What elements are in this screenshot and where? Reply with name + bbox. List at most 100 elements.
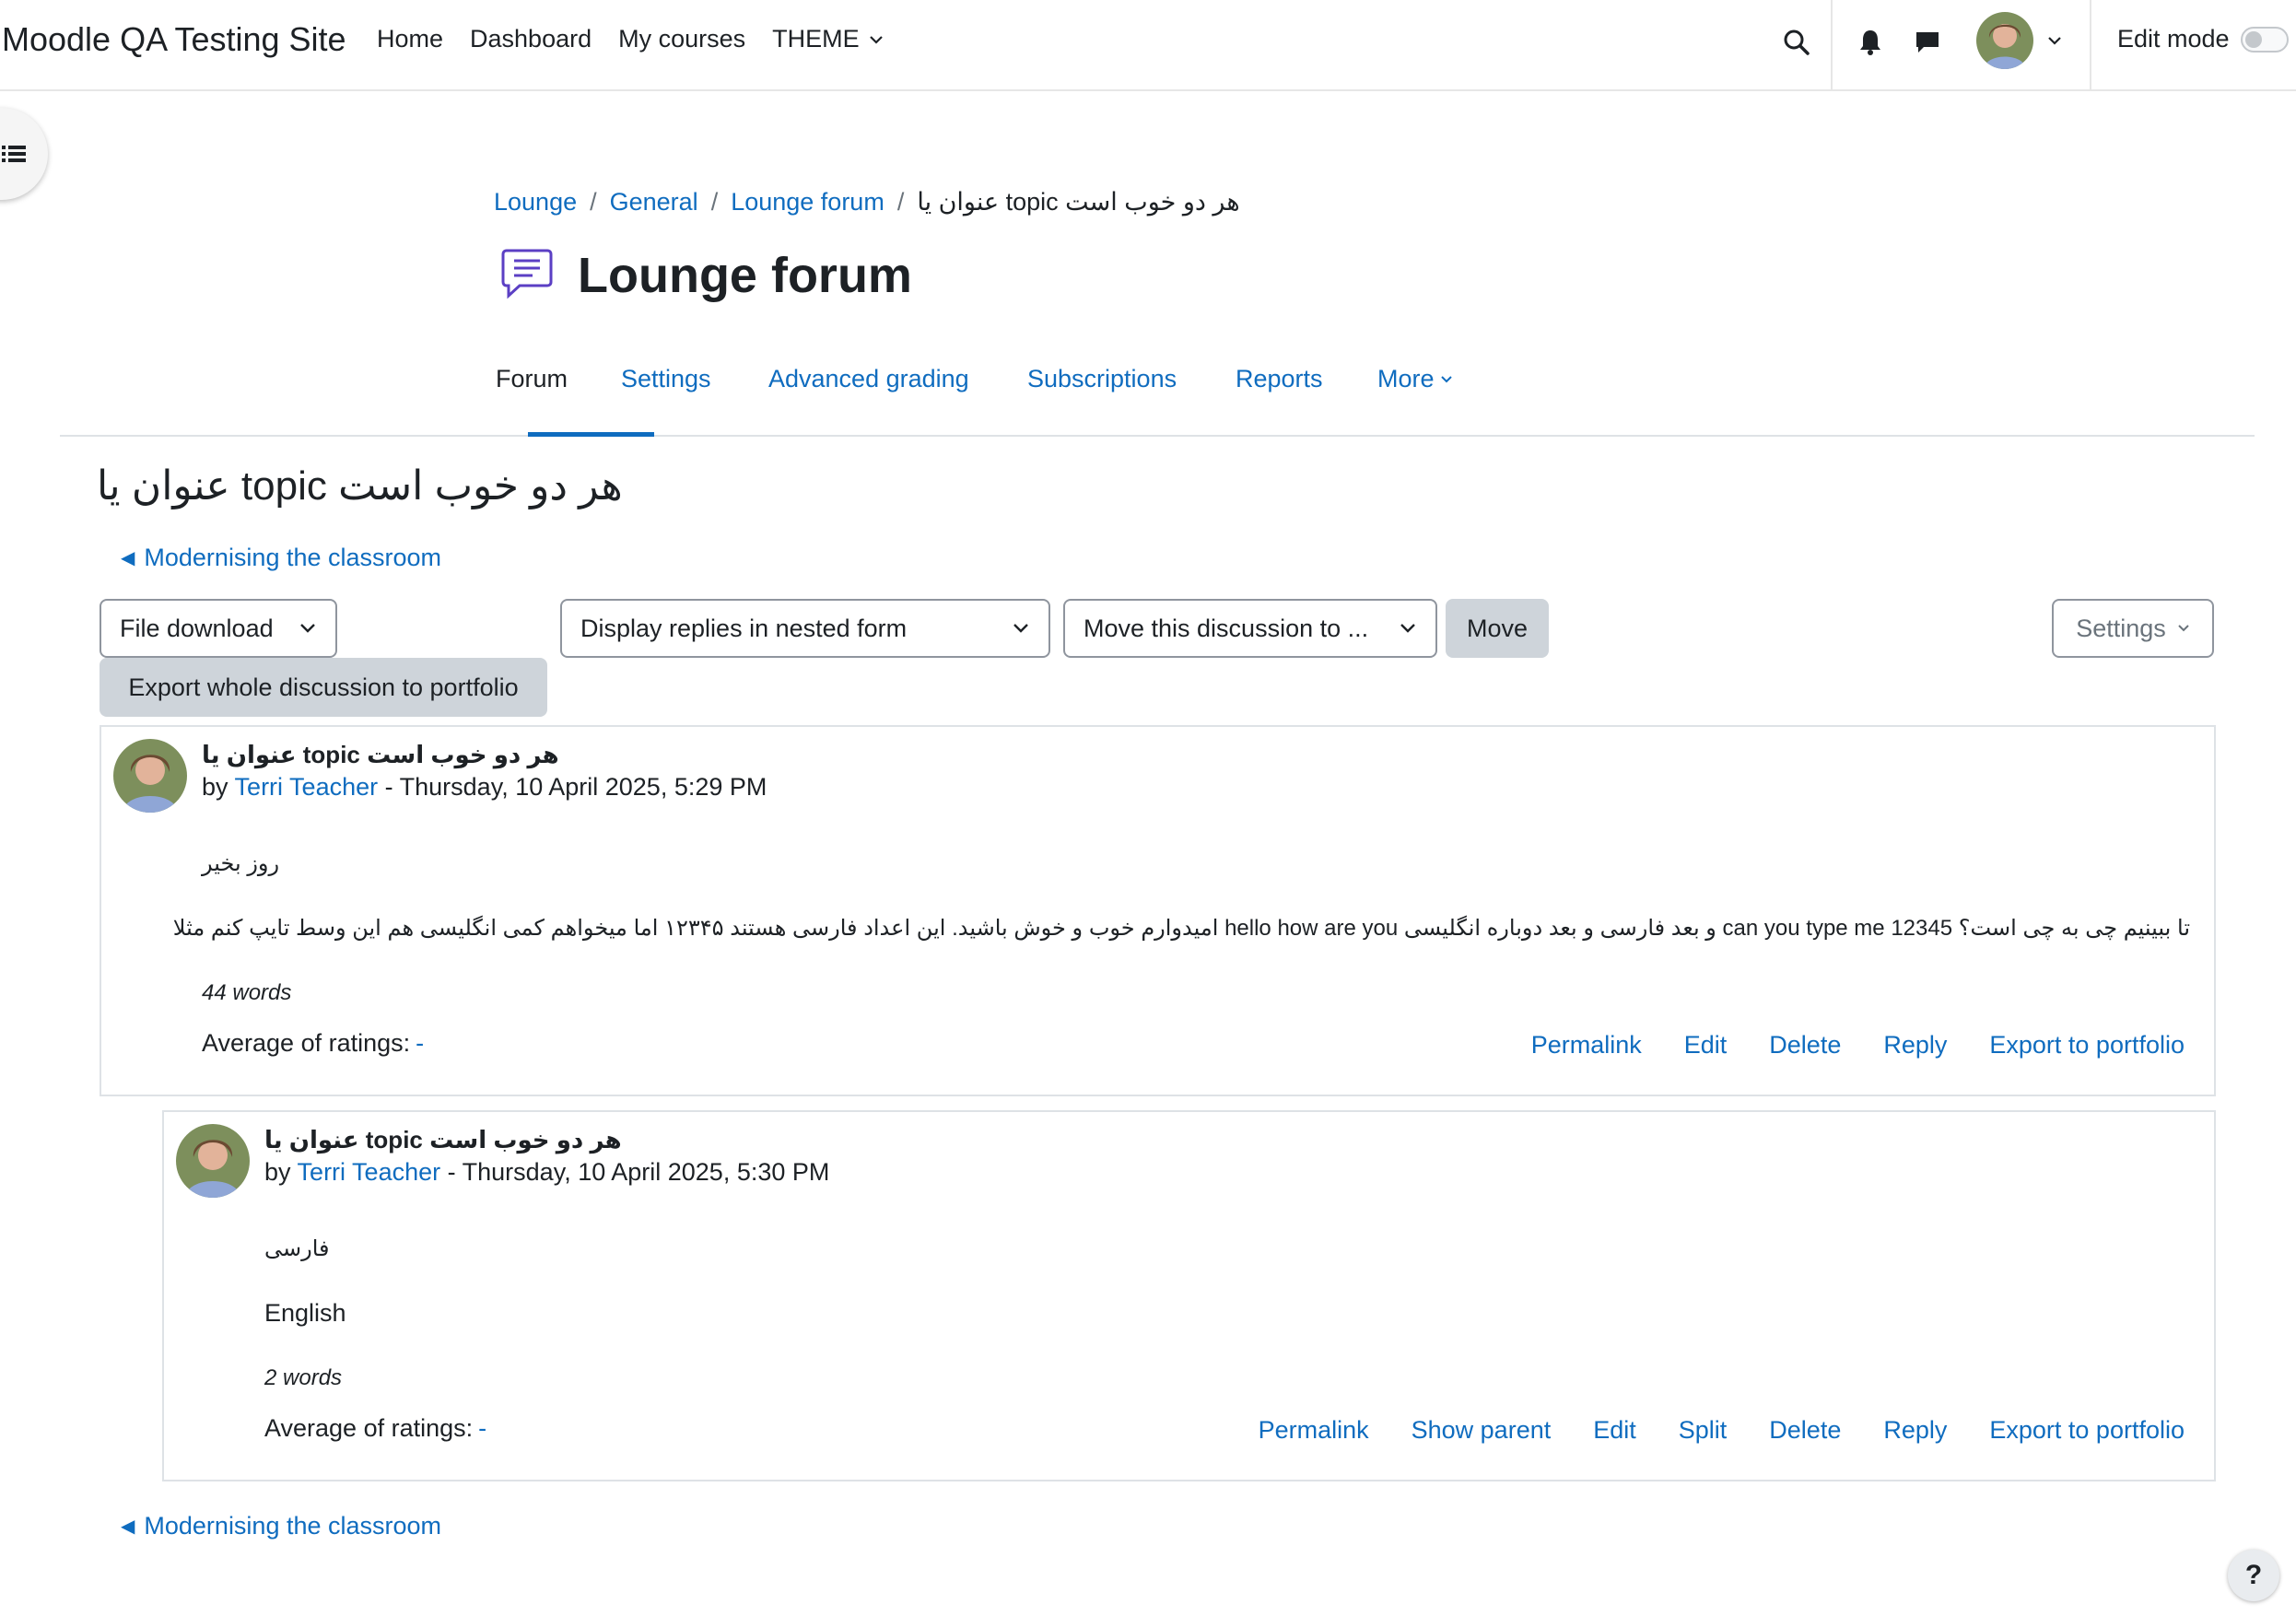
notifications-button[interactable] bbox=[1852, 24, 1889, 61]
post-author-link[interactable]: Terri Teacher bbox=[235, 773, 379, 801]
help-icon: ? bbox=[2244, 1560, 2263, 1590]
file-download-select[interactable]: File download bbox=[100, 599, 337, 658]
chevron-down-icon bbox=[1400, 624, 1415, 633]
edit-mode-label: Edit mode bbox=[2117, 25, 2230, 53]
reply-link[interactable]: Reply bbox=[1883, 1416, 1947, 1445]
post-paragraph: تا ببینیم چی به چی است؟ can you type me … bbox=[172, 916, 2190, 941]
breadcrumb-general[interactable]: General bbox=[610, 188, 698, 217]
chevron-down-icon bbox=[869, 35, 883, 44]
permalink-link[interactable]: Permalink bbox=[1259, 1416, 1369, 1445]
site-name[interactable]: Moodle QA Testing Site bbox=[2, 20, 346, 59]
chat-icon bbox=[1916, 32, 1939, 53]
forum-post-reply: هر دو خوب است topic عنوان یا by Terri Te… bbox=[162, 1110, 2216, 1481]
bell-icon bbox=[1860, 30, 1880, 55]
edit-mode-toggle[interactable] bbox=[2240, 26, 2289, 53]
edit-mode-switch[interactable]: Edit mode bbox=[2117, 25, 2289, 53]
previous-discussion-label: Modernising the classroom bbox=[144, 1512, 442, 1540]
breadcrumb-lounge-forum[interactable]: Lounge forum bbox=[731, 188, 884, 217]
forum-icon bbox=[499, 245, 555, 305]
post-byline: by Terri Teacher - Thursday, 10 April 20… bbox=[264, 1158, 829, 1187]
chevron-down-icon bbox=[2048, 37, 2061, 45]
post-paragraph: روز بخیر bbox=[202, 851, 280, 876]
author-avatar[interactable] bbox=[176, 1124, 250, 1198]
display-mode-value: Display replies in nested form bbox=[580, 614, 908, 642]
forum-post: هر دو خوب است topic عنوان یا by Terri Te… bbox=[100, 725, 2216, 1096]
delete-link[interactable]: Delete bbox=[1769, 1031, 1841, 1060]
top-navbar: Moodle QA Testing Site Home Dashboard My… bbox=[0, 0, 2296, 91]
post-by-prefix: by bbox=[264, 1158, 291, 1186]
breadcrumb: Lounge / General / Lounge forum / هر دو … bbox=[494, 188, 1240, 217]
post-date: - Thursday, 10 April 2025, 5:29 PM bbox=[384, 773, 767, 801]
discussion-title: هر دو خوب است topic عنوان یا bbox=[97, 463, 623, 509]
help-button[interactable]: ? bbox=[2228, 1550, 2279, 1601]
user-menu-toggle[interactable] bbox=[2045, 31, 2064, 50]
previous-discussion-link[interactable]: ◀ Modernising the classroom bbox=[121, 544, 441, 572]
delete-link[interactable]: Delete bbox=[1769, 1416, 1841, 1445]
triangle-left-icon: ◀ bbox=[121, 1516, 135, 1537]
post-actions: Permalink Show parent Edit Split Delete … bbox=[1216, 1416, 2185, 1445]
nav-theme-menu[interactable]: THEME bbox=[772, 25, 884, 53]
tab-advanced-grading[interactable]: Advanced grading bbox=[768, 365, 969, 393]
ratings-value[interactable]: - bbox=[416, 1029, 424, 1057]
search-icon bbox=[1784, 29, 1810, 55]
search-button[interactable] bbox=[1778, 24, 1815, 61]
breadcrumb-lounge[interactable]: Lounge bbox=[494, 188, 577, 217]
messages-button[interactable] bbox=[1909, 24, 1946, 61]
chevron-down-icon bbox=[2178, 625, 2189, 632]
breadcrumb-separator: / bbox=[896, 188, 905, 216]
navbar-divider bbox=[1831, 0, 1833, 91]
nav-dashboard[interactable]: Dashboard bbox=[470, 25, 592, 53]
breadcrumb-separator: / bbox=[710, 188, 719, 216]
post-author-link[interactable]: Terri Teacher bbox=[298, 1158, 441, 1186]
breadcrumb-separator: / bbox=[590, 188, 597, 216]
tab-forum[interactable]: Forum bbox=[496, 365, 568, 393]
tab-reports[interactable]: Reports bbox=[1236, 365, 1323, 393]
page-title: Lounge forum bbox=[578, 248, 912, 303]
nav-my-courses[interactable]: My courses bbox=[618, 25, 745, 53]
tab-more[interactable]: More bbox=[1377, 365, 1453, 393]
previous-discussion-label: Modernising the classroom bbox=[144, 544, 442, 571]
post-word-count: 2 words bbox=[264, 1365, 343, 1390]
move-discussion-value: Move this discussion to ... bbox=[1084, 614, 1369, 642]
previous-discussion-link-bottom[interactable]: ◀ Modernising the classroom bbox=[121, 1512, 441, 1540]
display-mode-select[interactable]: Display replies in nested form bbox=[560, 599, 1050, 658]
show-parent-link[interactable]: Show parent bbox=[1412, 1416, 1552, 1445]
export-to-portfolio-link[interactable]: Export to portfolio bbox=[1989, 1416, 2185, 1445]
post-by-prefix: by bbox=[202, 773, 228, 801]
secondary-navigation: Forum Settings Advanced grading Subscrip… bbox=[60, 350, 2255, 437]
post-subject: هر دو خوب است topic عنوان یا bbox=[264, 1126, 622, 1153]
move-discussion-select[interactable]: Move this discussion to ... bbox=[1063, 599, 1437, 658]
navbar-divider bbox=[2090, 0, 2091, 91]
edit-link[interactable]: Edit bbox=[1684, 1031, 1728, 1060]
post-word-count: 44 words bbox=[202, 980, 292, 1005]
post-paragraph: فارسی bbox=[264, 1236, 330, 1261]
file-download-value: File download bbox=[120, 614, 274, 642]
course-index-drawer-toggle[interactable] bbox=[0, 108, 48, 200]
chevron-down-icon bbox=[1440, 375, 1452, 382]
post-paragraph: English bbox=[264, 1299, 346, 1327]
discussion-settings-button[interactable]: Settings bbox=[2052, 599, 2214, 658]
active-tab-indicator bbox=[528, 432, 654, 437]
primary-navigation: Home Dashboard My courses THEME bbox=[377, 25, 910, 53]
export-to-portfolio-link[interactable]: Export to portfolio bbox=[1989, 1031, 2185, 1060]
nav-theme-label: THEME bbox=[772, 25, 860, 53]
export-discussion-button[interactable]: Export whole discussion to portfolio bbox=[100, 658, 547, 717]
drawer-index-icon bbox=[2, 146, 26, 162]
post-ratings: Average of ratings: - bbox=[202, 1029, 424, 1058]
reply-link[interactable]: Reply bbox=[1883, 1031, 1947, 1060]
ratings-label: Average of ratings: bbox=[264, 1414, 474, 1442]
tab-settings[interactable]: Settings bbox=[621, 365, 711, 393]
chevron-down-icon bbox=[1013, 624, 1028, 633]
split-link[interactable]: Split bbox=[1679, 1416, 1728, 1445]
edit-link[interactable]: Edit bbox=[1593, 1416, 1636, 1445]
author-avatar[interactable] bbox=[113, 739, 187, 813]
breadcrumb-current: هر دو خوب است topic عنوان یا bbox=[917, 188, 1240, 216]
tab-more-label: More bbox=[1377, 365, 1435, 392]
user-avatar[interactable] bbox=[1976, 12, 2033, 69]
permalink-link[interactable]: Permalink bbox=[1531, 1031, 1642, 1060]
nav-home[interactable]: Home bbox=[377, 25, 443, 53]
move-button[interactable]: Move bbox=[1446, 599, 1549, 658]
ratings-value[interactable]: - bbox=[478, 1414, 486, 1442]
post-date: - Thursday, 10 April 2025, 5:30 PM bbox=[447, 1158, 830, 1186]
tab-subscriptions[interactable]: Subscriptions bbox=[1027, 365, 1177, 393]
